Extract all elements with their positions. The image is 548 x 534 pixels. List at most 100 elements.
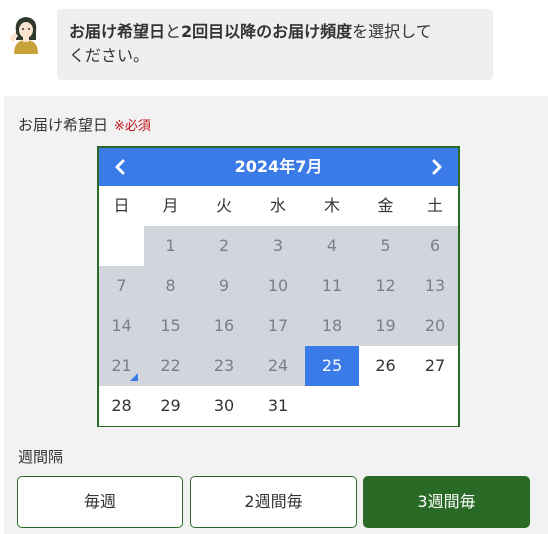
calendar-day-disabled: 8 xyxy=(144,266,197,306)
weekday-label: 水 xyxy=(269,196,286,215)
calendar-day-number: 15 xyxy=(160,316,181,335)
calendar-day-disabled: 7 xyxy=(99,266,144,306)
calendar-day-number: 17 xyxy=(267,316,289,335)
calendar-day-number: 19 xyxy=(375,316,396,335)
message-bold-delivery-date: お届け希望日 xyxy=(69,22,166,41)
message-text: を選択して xyxy=(352,22,432,41)
calendar-day-disabled: 9 xyxy=(197,266,251,306)
calendar-day-number: 27 xyxy=(424,356,446,375)
calendar-day-disabled: 18 xyxy=(305,306,359,346)
calendar-day-disabled: 20 xyxy=(412,306,458,346)
calendar-day-number: 25 xyxy=(321,356,343,375)
calendar-week-row: 14 15 16 17 18 19 20 xyxy=(99,306,458,346)
calendar-day-number: 2 xyxy=(218,236,230,255)
calendar-header: 2024年7月 xyxy=(99,148,458,186)
date-picker-calendar: 2024年7月 日月火水木金土 1 2 3 4 5 6 7 8 9 10 11 12 13 14 15 16 17… xyxy=(97,146,460,427)
calendar-day-number: 23 xyxy=(213,356,235,375)
calendar-day[interactable]: 29 xyxy=(144,386,197,426)
calendar-day-disabled: 23 xyxy=(197,346,251,386)
calendar-week-row: 28 29 30 31 xyxy=(99,386,458,426)
calendar-week-row: 21 22 23 24 25 26 27 xyxy=(99,346,458,386)
calendar-day-disabled: 5 xyxy=(359,226,412,266)
calendar-day[interactable]: 30 xyxy=(197,386,251,426)
calendar-day-disabled: 6 xyxy=(412,226,458,266)
today-marker-icon xyxy=(130,373,138,381)
calendar-empty-cell xyxy=(305,386,359,426)
calendar-day-disabled: 10 xyxy=(251,266,305,306)
weekday-label: 木 xyxy=(323,196,340,215)
interval-label: 週間隔 xyxy=(18,448,64,466)
calendar-day-number: 26 xyxy=(375,356,396,375)
calendar-day-number: 31 xyxy=(267,396,289,415)
assistant-avatar xyxy=(6,12,46,54)
calendar-day-number: 7 xyxy=(116,276,127,295)
calendar-day-selected[interactable]: 25 xyxy=(305,346,359,386)
calendar-day-number: 10 xyxy=(267,276,289,295)
calendar-day-disabled: 13 xyxy=(412,266,458,306)
calendar-day[interactable]: 28 xyxy=(99,386,144,426)
calendar-day[interactable]: 26 xyxy=(359,346,412,386)
calendar-empty-cell xyxy=(359,386,412,426)
calendar-day-number: 8 xyxy=(165,276,176,295)
calendar-day-number: 20 xyxy=(424,316,446,335)
calendar-day-number: 24 xyxy=(267,356,289,375)
message-text: と xyxy=(165,22,182,41)
calendar-day-disabled: 24 xyxy=(251,346,305,386)
calendar-day-number: 22 xyxy=(160,356,181,375)
calendar-day-number: 5 xyxy=(380,236,391,255)
calendar-day-number: 18 xyxy=(321,316,343,335)
calendar-day-number: 21 xyxy=(111,356,132,375)
calendar-day-disabled: 3 xyxy=(251,226,305,266)
calendar-empty-cell xyxy=(99,226,144,266)
calendar-day-disabled: 17 xyxy=(251,306,305,346)
calendar-day[interactable]: 27 xyxy=(412,346,458,386)
weekday-label: 土 xyxy=(426,196,443,215)
calendar-empty-cell xyxy=(412,386,458,426)
calendar-month-title: 2024年7月 xyxy=(234,157,323,176)
weekday-label: 金 xyxy=(377,196,394,215)
instruction-message: お届け希望日と2回目以降のお届け頻度を選択して ください。 xyxy=(57,9,493,80)
delivery-panel: お届け希望日 ※必須 2024年7月 日月火水木金土 1 2 3 4 5 6 7 8 9 10 11 12… xyxy=(4,96,548,534)
calendar-day-disabled: 11 xyxy=(305,266,359,306)
interval-option-3-weeks[interactable]: 3週間毎 xyxy=(363,476,530,528)
calendar-day-disabled: 22 xyxy=(144,346,197,386)
calendar-day-number: 1 xyxy=(165,236,176,255)
calendar-day-disabled: 12 xyxy=(359,266,412,306)
delivery-date-label-text: お届け希望日 xyxy=(18,116,109,134)
message-bold-frequency: 2回目以降のお届け頻度 xyxy=(181,22,353,41)
calendar-day-number: 12 xyxy=(375,276,396,295)
interval-option-2-weeks[interactable]: 2週間毎 xyxy=(190,476,357,528)
calendar-day-number: 4 xyxy=(326,236,338,255)
calendar-day-number: 3 xyxy=(272,236,284,255)
calendar-grid: 日月火水木金土 1 2 3 4 5 6 7 8 9 10 11 12 13 14 15 16 17 18 19 20 21… xyxy=(99,186,458,426)
interval-option-weekly[interactable]: 毎週 xyxy=(17,476,183,528)
required-badge: ※必須 xyxy=(114,119,151,134)
calendar-day-disabled: 21 xyxy=(99,346,144,386)
calendar-day[interactable]: 31 xyxy=(251,386,305,426)
weekday-header-row: 日月火水木金土 xyxy=(99,186,458,226)
calendar-week-row: 7 8 9 10 11 12 13 xyxy=(99,266,458,306)
calendar-day-number: 11 xyxy=(321,276,343,295)
chevron-right-icon xyxy=(432,159,442,175)
weekday-label: 日 xyxy=(113,196,130,215)
calendar-day-number: 29 xyxy=(160,396,181,415)
calendar-day-disabled: 16 xyxy=(197,306,251,346)
calendar-day-disabled: 15 xyxy=(144,306,197,346)
message-text-line2: ください。 xyxy=(69,46,150,65)
calendar-day-number: 14 xyxy=(111,316,132,335)
calendar-day-number: 30 xyxy=(213,396,235,415)
weekday-label: 火 xyxy=(215,196,232,215)
calendar-day-disabled: 1 xyxy=(144,226,197,266)
calendar-day-disabled: 14 xyxy=(99,306,144,346)
calendar-day-number: 16 xyxy=(213,316,235,335)
calendar-day-number: 9 xyxy=(218,276,230,295)
next-month-button[interactable] xyxy=(418,148,456,186)
calendar-day-number: 28 xyxy=(111,396,132,415)
calendar-day-number: 13 xyxy=(424,276,446,295)
calendar-day-disabled: 4 xyxy=(305,226,359,266)
weekday-label: 月 xyxy=(162,196,179,215)
calendar-day-number: 6 xyxy=(429,236,441,255)
calendar-week-row: 1 2 3 4 5 6 xyxy=(99,226,458,266)
calendar-day-disabled: 19 xyxy=(359,306,412,346)
delivery-date-label: お届け希望日 ※必須 xyxy=(18,114,151,135)
